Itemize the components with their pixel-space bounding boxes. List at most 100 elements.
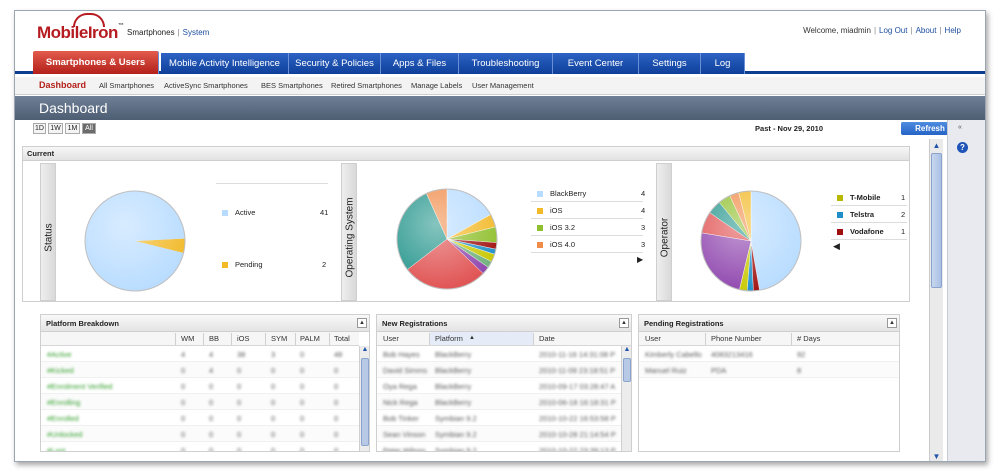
table-row[interactable]: Nick Rega BlackBerry 2010-06-18 16:18:31 P [377, 394, 621, 410]
range-1d-button[interactable]: 1D [33, 123, 46, 134]
dashboard-toolbar: 1D 1W 1M All Past - Nov 29, 2010 Refresh [33, 122, 959, 136]
cell-value: 0 [237, 382, 242, 391]
table-row[interactable]: Kimberly Cabello 4083213416 92 [639, 346, 899, 362]
cell-value: 0 [181, 414, 186, 423]
row-label[interactable]: #Kicked [47, 366, 74, 375]
col-phone-number[interactable]: Phone Number [711, 334, 761, 343]
tab-security-policies[interactable]: Security & Policies [289, 53, 381, 74]
scroll-down-icon[interactable]: ▼ [931, 451, 942, 461]
table-row[interactable]: David Simms BlackBerry 2010-11-09 23:18:51… [377, 362, 621, 378]
range-1m-button[interactable]: 1M [65, 123, 80, 134]
table-row[interactable]: Bob Tinker Symbian 9.2 2010-10-22 16:53:58… [377, 410, 621, 426]
col-platform[interactable]: Platform [435, 334, 463, 343]
col-sym[interactable]: SYM [271, 334, 287, 343]
tab-event-center[interactable]: Event Center [553, 53, 639, 74]
range-all-button[interactable]: All [82, 123, 96, 134]
scroll-up-icon[interactable]: ▲ [360, 346, 369, 353]
collapse-button[interactable]: ▲ [619, 318, 629, 328]
platform-breakdown-header: Platform Breakdown ▲ [41, 315, 369, 332]
cell-value: 0 [209, 382, 214, 391]
collapse-arrows-icon[interactable]: « [958, 124, 962, 131]
cell-value: 0 [334, 382, 339, 391]
help-icon[interactable]: ? [957, 142, 968, 153]
table-row[interactable]: Oya Rega BlackBerry 2010-09-17 03:28:47 A [377, 378, 621, 394]
col-date[interactable]: Date [539, 334, 555, 343]
col-user[interactable]: User [383, 334, 399, 343]
row-label[interactable]: #Enrolment Verified [47, 382, 112, 391]
tab-troubleshooting[interactable]: Troubleshooting [459, 53, 553, 74]
col-ios[interactable]: iOS [237, 334, 250, 343]
cell-value: 0 [271, 366, 276, 375]
legend-next-arrow-icon[interactable]: ▶ [637, 255, 643, 264]
range-1w-button[interactable]: 1W [48, 123, 63, 134]
row-label[interactable]: #Unlocked [47, 430, 82, 439]
col-days[interactable]: # Days [797, 334, 820, 343]
os-legend: BlackBerry 4 iOS 4 iOS 3.2 3 iOS 4.0 3 ▶ [531, 181, 645, 264]
table-row[interactable]: #Active 4 4 38 3 0 48 [41, 346, 359, 362]
tab-smartphones-users[interactable]: Smartphones & Users [33, 51, 159, 74]
collapse-button[interactable]: ▲ [357, 318, 367, 328]
new-reg-scrollbar[interactable]: ▲ [621, 346, 631, 451]
table-row[interactable]: #Enrolling 0 0 0 0 0 0 [41, 394, 359, 410]
scrollbar-thumb[interactable] [361, 358, 369, 446]
operator-legend: T-Mobile 1 Telstra 2 Vodafone 1 ◀ [831, 189, 907, 252]
col-sep [265, 333, 266, 345]
scroll-up-icon[interactable]: ▲ [931, 140, 942, 151]
table-row[interactable]: Bob Hayes BlackBerry 2010-11-16 14:31:08 P [377, 346, 621, 362]
row-label[interactable]: #Enrolled [47, 414, 79, 423]
logout-link[interactable]: Log Out [879, 26, 907, 35]
about-link[interactable]: About [916, 26, 937, 35]
col-palm[interactable]: PALM [300, 334, 320, 343]
app-header: MobileIron™ Smartphones | System Welcome, … [15, 11, 985, 51]
row-label[interactable]: #Active [47, 350, 72, 359]
table-row[interactable]: #Enrolment Verified 0 0 0 0 0 0 [41, 378, 359, 394]
pending-registrations-panel: Pending Registrations ▲ User Phone Numbe… [638, 314, 900, 452]
scroll-up-icon[interactable]: ▲ [622, 346, 631, 353]
tab-settings[interactable]: Settings [639, 53, 701, 74]
tab-apps-files[interactable]: Apps & Files [381, 53, 459, 74]
content-scrollbar[interactable]: ▲ ▼ [929, 139, 943, 461]
col-total[interactable]: Total [334, 334, 350, 343]
subnav-manage-labels[interactable]: Manage Labels [411, 81, 462, 90]
cell-platform: BlackBerry [435, 382, 472, 391]
app-system-link[interactable]: System [183, 28, 210, 37]
subnav-retired-smartphones[interactable]: Retired Smartphones [331, 81, 402, 90]
legend-prev-arrow-icon[interactable]: ◀ [833, 241, 840, 252]
table-row[interactable]: #Kicked 0 4 0 0 0 0 [41, 362, 359, 378]
subnav-dashboard[interactable]: Dashboard [39, 80, 86, 90]
cell-user: Bob Hayes [383, 350, 420, 359]
table-row[interactable]: Sean Vinson Symbian 9.2 2010-10-28 21:14:5… [377, 426, 621, 442]
scrollbar-thumb[interactable] [931, 153, 942, 288]
table-row[interactable]: Manuel Ruiz PDA 8 [639, 362, 899, 378]
col-user[interactable]: User [645, 334, 661, 343]
cell-value: 0 [300, 414, 305, 423]
row-label[interactable]: #Enrolling [47, 398, 80, 407]
table-row[interactable]: #Lost 0 0 0 0 0 0 [41, 442, 359, 451]
subnav-activesync-smartphones[interactable]: ActiveSync Smartphones [164, 81, 248, 90]
cell-date: 2010-06-18 16:18:31 P [539, 398, 616, 407]
subnav-bes-smartphones[interactable]: BES Smartphones [261, 81, 323, 90]
sort-asc-icon[interactable]: ▲ [469, 335, 475, 341]
collapse-button[interactable]: ▲ [887, 318, 897, 328]
row-label[interactable]: #Lost [47, 446, 65, 451]
subnav-user-management[interactable]: User Management [472, 81, 534, 90]
cell-value: 0 [181, 398, 186, 407]
cell-value: 0 [271, 430, 276, 439]
page-title-bar: Dashboard [15, 96, 985, 120]
table-row[interactable]: Peter Wilson Symbian 9.2 2010-10-22 23:39:… [377, 442, 621, 452]
subnav-all-smartphones[interactable]: All Smartphones [99, 81, 154, 90]
platform-scrollbar[interactable]: ▲ [359, 346, 369, 451]
cell-value: 0 [209, 430, 214, 439]
table-row[interactable]: #Enrolled 0 0 0 0 0 0 [41, 410, 359, 426]
scrollbar-thumb[interactable] [623, 358, 631, 382]
legend-swatch-t-mobile [837, 195, 843, 202]
app-smartphones-link[interactable]: Smartphones [127, 28, 175, 37]
tab-log[interactable]: Log [701, 53, 745, 74]
col-wm[interactable]: WM [181, 334, 194, 343]
tab-mobile-activity-intelligence[interactable]: Mobile Activity Intelligence [161, 53, 289, 74]
table-row[interactable]: #Unlocked 0 0 0 0 0 0 [41, 426, 359, 442]
cell-user: Peter Wilson [383, 446, 426, 452]
col-bb[interactable]: BB [209, 334, 219, 343]
help-link[interactable]: Help [945, 26, 961, 35]
cell-date: 2010-10-22 16:53:58 P [539, 414, 616, 423]
